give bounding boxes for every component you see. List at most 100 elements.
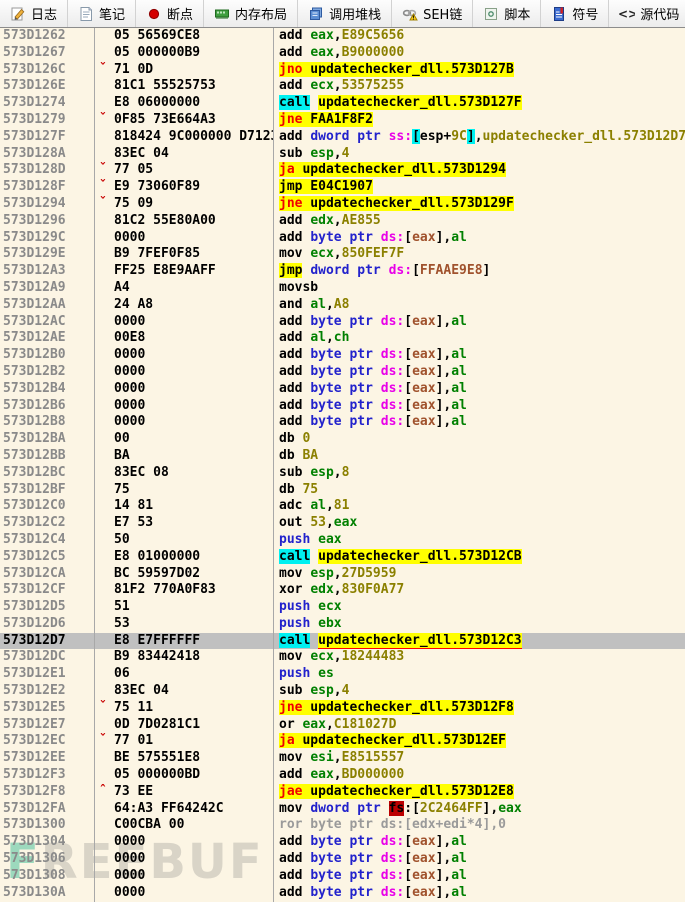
- bytes-cell: E8 E7FFFFFF: [94, 633, 273, 650]
- disasm-row[interactable]: 573D12B40000add byte ptr ds:[eax],al: [0, 381, 685, 398]
- disasm-row[interactable]: 573D12CABC 59597D02mov esp,27D5959: [0, 566, 685, 583]
- disasm-row[interactable]: 573D12A9A4movsb: [0, 280, 685, 297]
- disasm-row[interactable]: 573D12F8ˆ73 EEjae updatechecker_dll.573D…: [0, 784, 685, 801]
- address-cell: 573D127F: [0, 129, 94, 146]
- disasm-row[interactable]: 573D13060000add byte ptr ds:[eax],al: [0, 851, 685, 868]
- disasm-row-selected[interactable]: 573D12D7E8 E7FFFFFFcall updatechecker_dl…: [0, 633, 685, 650]
- disasm-row[interactable]: 573D12C450push eax: [0, 532, 685, 549]
- disasm-row[interactable]: 573D12E106push es: [0, 666, 685, 683]
- disasm-row[interactable]: 573D129EB9 7FEF0F85mov ecx,850FEF7F: [0, 246, 685, 263]
- disasm-row[interactable]: 573D13040000add byte ptr ds:[eax],al: [0, 834, 685, 851]
- disasm-row[interactable]: 573D130A0000add byte ptr ds:[eax],al: [0, 885, 685, 902]
- bytes-cell: BC 59597D02: [94, 566, 273, 583]
- tab-script[interactable]: 脚本: [473, 0, 541, 27]
- bytes-cell: ˇ77 05: [94, 162, 273, 179]
- disasm-row[interactable]: 573D12AC0000add byte ptr ds:[eax],al: [0, 314, 685, 331]
- tab-notes[interactable]: 笔记: [68, 0, 136, 27]
- tab-call-stack[interactable]: 调用堆栈: [298, 0, 392, 27]
- tab-symbols[interactable]: 符号: [541, 0, 609, 27]
- disasm-row[interactable]: 573D127F818424 9C000000 D7123D57add dwor…: [0, 129, 685, 146]
- bytes-cell: 24 A8: [94, 297, 273, 314]
- disasm-row[interactable]: 573D12E283EC 04sub esp,4: [0, 683, 685, 700]
- disasm-cell: add eax,B9000000: [273, 45, 685, 62]
- disasm-row[interactable]: 573D128Dˇ77 05ja updatechecker_dll.573D1…: [0, 162, 685, 179]
- disasm-cell: call updatechecker_dll.573D12CB: [273, 549, 685, 566]
- bytes-cell: ˇ75 09: [94, 196, 273, 213]
- bytes-cell: 83EC 08: [94, 465, 273, 482]
- address-cell: 573D12D6: [0, 616, 94, 633]
- disasm-row[interactable]: 573D12AE00E8add al,ch: [0, 330, 685, 347]
- bytes-cell: 05 56569CE8: [94, 28, 273, 45]
- address-cell: 573D128A: [0, 146, 94, 163]
- address-cell: 573D129E: [0, 246, 94, 263]
- bytes-cell: 06: [94, 666, 273, 683]
- bytes-cell: 0000: [94, 868, 273, 885]
- disasm-row[interactable]: 573D12C5E8 01000000call updatechecker_dl…: [0, 549, 685, 566]
- disasm-row[interactable]: 573D12A3FF25 E8E9AAFFjmp dword ptr ds:[F…: [0, 263, 685, 280]
- disasm-row[interactable]: 573D12D551push ecx: [0, 599, 685, 616]
- disasm-row[interactable]: 573D129C0000add byte ptr ds:[eax],al: [0, 230, 685, 247]
- disasm-row[interactable]: 573D13080000add byte ptr ds:[eax],al: [0, 868, 685, 885]
- disasm-cell: add byte ptr ds:[eax],al: [273, 885, 685, 902]
- address-cell: 573D128F: [0, 179, 94, 196]
- bytes-cell: 0000: [94, 851, 273, 868]
- tab-memory-map[interactable]: 内存布局: [204, 0, 298, 27]
- disasm-cell: add dword ptr ss:[esp+9C],updatechecker_…: [273, 129, 685, 146]
- bytes-cell: 05 000000B9: [94, 45, 273, 62]
- disasm-row[interactable]: 573D1279ˇ0F85 73E664A3jne FAA1F8F2: [0, 112, 685, 129]
- jump-down-indicator-icon: ˇ: [99, 196, 107, 211]
- disasm-row[interactable]: 573D129681C2 55E80A00add edx,AE855: [0, 213, 685, 230]
- disasm-row[interactable]: 573D12EEBE 575551E8mov esi,E8515557: [0, 750, 685, 767]
- disasm-row[interactable]: 573D12ECˇ77 01ja updatechecker_dll.573D1…: [0, 733, 685, 750]
- address-cell: 573D12C0: [0, 498, 94, 515]
- bytes-cell: ˆ73 EE: [94, 784, 273, 801]
- disasm-row[interactable]: 573D1274E8 06000000call updatechecker_dl…: [0, 95, 685, 112]
- disasm-row[interactable]: 573D12AA24 A8and al,A8: [0, 297, 685, 314]
- disasm-row[interactable]: 573D12F305 000000BDadd eax,BD000000: [0, 767, 685, 784]
- disasm-row[interactable]: 573D12D653push ebx: [0, 616, 685, 633]
- disasm-row[interactable]: 573D128FˇE9 73060F89jmp E04C1907: [0, 179, 685, 196]
- tab-log[interactable]: 日志: [0, 0, 68, 27]
- disasm-row[interactable]: 573D12BBBAdb BA: [0, 448, 685, 465]
- disasm-row[interactable]: 573D126E81C1 55525753add ecx,53575255: [0, 78, 685, 95]
- disasm-row[interactable]: 573D126Cˇ71 0Djno updatechecker_dll.573D…: [0, 62, 685, 79]
- bytes-cell: 0000: [94, 381, 273, 398]
- address-cell: 573D12E2: [0, 683, 94, 700]
- disasm-row[interactable]: 573D1300C00CBA 00ror byte ptr ds:[edx+ed…: [0, 817, 685, 834]
- disasm-row[interactable]: 573D12BF75db 75: [0, 482, 685, 499]
- disasm-row[interactable]: 573D12E70D 7D0281C1or eax,C181027D: [0, 717, 685, 734]
- bytes-cell: B9 83442418: [94, 649, 273, 666]
- bytes-cell: 0000: [94, 398, 273, 415]
- bytes-cell: 818424 9C000000 D7123D57: [94, 129, 273, 146]
- disasm-cell: jmp E04C1907: [273, 179, 685, 196]
- bytes-cell: BE 575551E8: [94, 750, 273, 767]
- disasm-row[interactable]: 573D126205 56569CE8add eax,E89C5656: [0, 28, 685, 45]
- disasm-row[interactable]: 573D12BC83EC 08sub esp,8: [0, 465, 685, 482]
- tab-seh[interactable]: !SEH链: [392, 0, 473, 27]
- disasm-row[interactable]: 573D12E5ˇ75 11jne updatechecker_dll.573D…: [0, 700, 685, 717]
- symbols-icon: [551, 6, 567, 22]
- disasm-row[interactable]: 573D12B00000add byte ptr ds:[eax],al: [0, 347, 685, 364]
- bytes-cell: FF25 E8E9AAFF: [94, 263, 273, 280]
- tab-breakpoints[interactable]: 断点: [136, 0, 204, 27]
- disasm-row[interactable]: 573D1294ˇ75 09jne updatechecker_dll.573D…: [0, 196, 685, 213]
- bytes-cell: 81F2 770A0F83: [94, 582, 273, 599]
- tab-source[interactable]: <>源代码: [609, 0, 685, 27]
- address-cell: 573D126C: [0, 62, 94, 79]
- disasm-cell: or eax,C181027D: [273, 717, 685, 734]
- disasm-row[interactable]: 573D12C014 81adc al,81: [0, 498, 685, 515]
- bytes-cell: 0000: [94, 314, 273, 331]
- disasm-row[interactable]: 573D12B80000add byte ptr ds:[eax],al: [0, 414, 685, 431]
- disasm-row[interactable]: 573D12B60000add byte ptr ds:[eax],al: [0, 398, 685, 415]
- disasm-row[interactable]: 573D12DCB9 83442418mov ecx,18244483: [0, 649, 685, 666]
- disasm-cell: add byte ptr ds:[eax],al: [273, 381, 685, 398]
- disasm-row[interactable]: 573D12C2E7 53out 53,eax: [0, 515, 685, 532]
- disasm-row[interactable]: 573D126705 000000B9add eax,B9000000: [0, 45, 685, 62]
- disasm-cell: add al,ch: [273, 330, 685, 347]
- disasm-row[interactable]: 573D12BA00db 0: [0, 431, 685, 448]
- disasm-row[interactable]: 573D12B20000add byte ptr ds:[eax],al: [0, 364, 685, 381]
- disasm-row[interactable]: 573D128A83EC 04sub esp,4: [0, 146, 685, 163]
- disasm-row[interactable]: 573D12FA64:A3 FF64242Cmov dword ptr fs:[…: [0, 801, 685, 818]
- bytes-cell: 83EC 04: [94, 683, 273, 700]
- disasm-row[interactable]: 573D12CF81F2 770A0F83xor edx,830F0A77: [0, 582, 685, 599]
